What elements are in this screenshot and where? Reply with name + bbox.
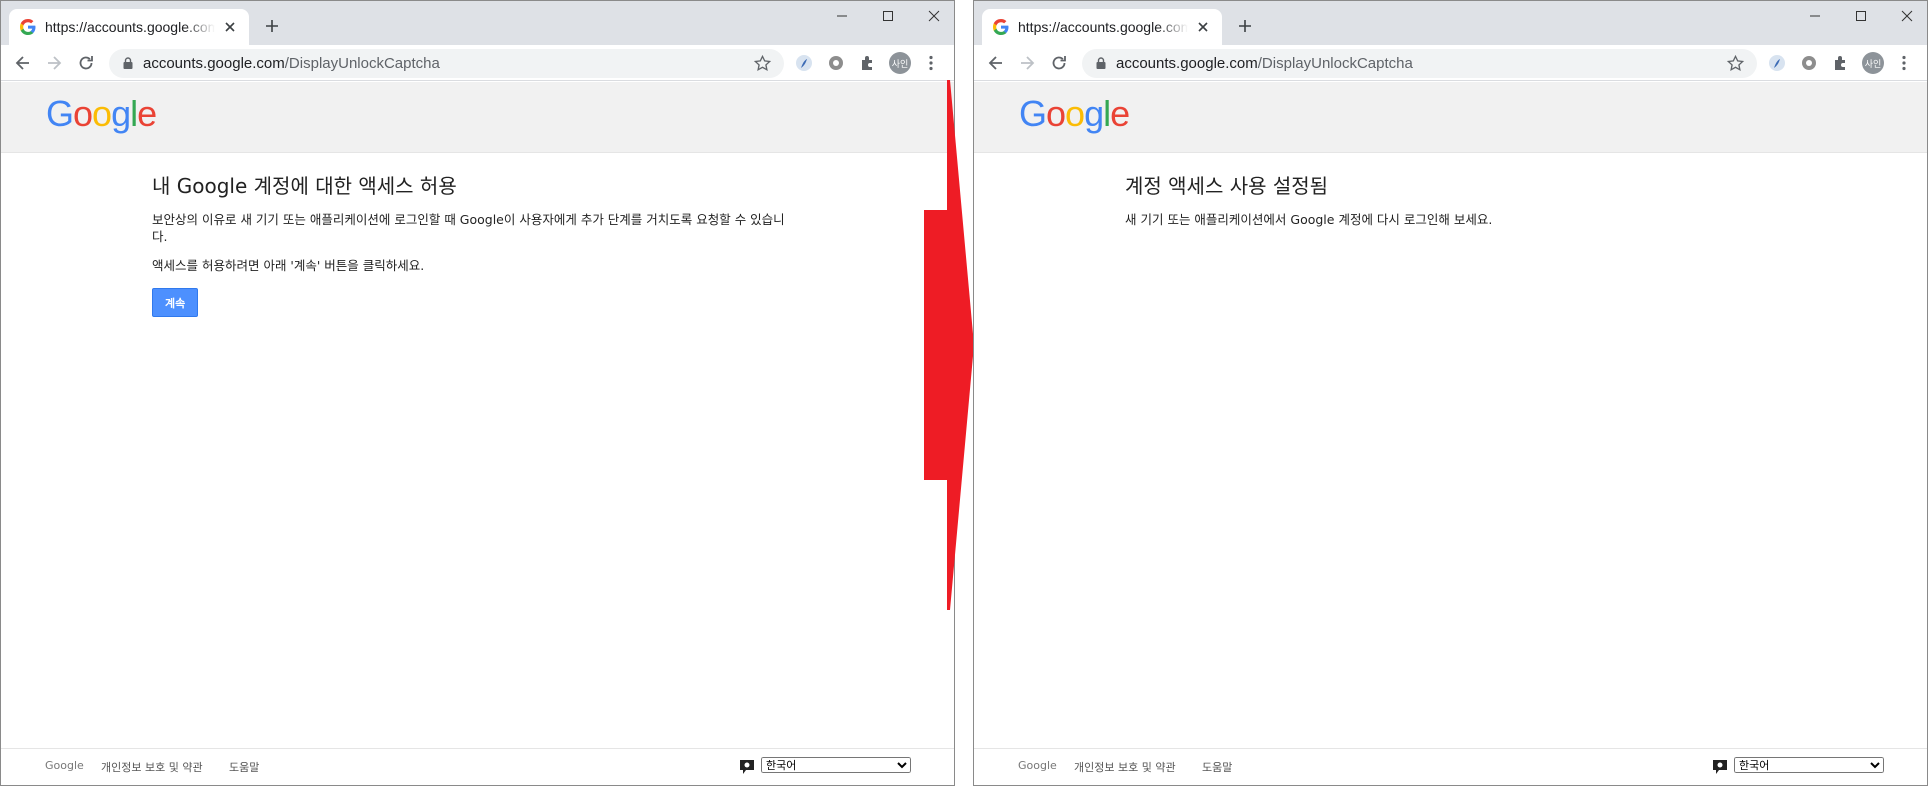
extension-feather-icon[interactable]	[794, 53, 814, 73]
url-text: accounts.google.com/DisplayUnlockCaptcha	[1116, 55, 1413, 72]
tab-title: https://accounts.google.com/DisplayUnloc…	[45, 19, 215, 35]
url-domain: accounts.google.com	[1116, 55, 1258, 72]
back-arrow-icon[interactable]	[13, 53, 33, 73]
lock-icon[interactable]	[1094, 56, 1108, 70]
url-domain: accounts.google.com	[143, 55, 285, 72]
forward-arrow-icon[interactable]	[44, 53, 64, 73]
reload-icon[interactable]	[76, 53, 96, 73]
extension-feather-icon[interactable]	[1767, 53, 1787, 73]
footer-google-link[interactable]: Google	[1018, 759, 1057, 772]
address-bar[interactable]: accounts.google.com/DisplayUnlockCaptcha	[1082, 49, 1757, 78]
minimize-icon[interactable]	[1807, 8, 1823, 24]
extensions-puzzle-icon[interactable]	[1831, 53, 1851, 73]
close-tab-icon[interactable]	[1194, 18, 1212, 36]
instruction-paragraph: 액세스를 허용하려면 아래 '계속' 버튼을 클릭하세요.	[152, 258, 425, 273]
google-logo[interactable]: Google	[46, 93, 157, 135]
address-bar[interactable]: accounts.google.com/DisplayUnlockCaptcha	[109, 49, 784, 78]
kebab-menu-icon[interactable]	[921, 53, 941, 73]
footer-privacy-link[interactable]: 개인정보 보호 및 약관	[101, 759, 203, 775]
continue-button[interactable]: 계속	[152, 288, 199, 317]
minimize-icon[interactable]	[834, 8, 850, 24]
extensions-puzzle-icon[interactable]	[858, 53, 878, 73]
browser-tab[interactable]: https://accounts.google.com/DisplayUnloc…	[9, 9, 249, 45]
footer-google-link[interactable]: Google	[45, 759, 84, 772]
url-text: accounts.google.com/DisplayUnlockCaptcha	[143, 55, 440, 72]
page-footer: Google 개인정보 보호 및 약관 도움말 한국어	[1, 748, 954, 785]
bookmark-star-icon[interactable]	[753, 54, 772, 73]
red-right-arrow	[924, 80, 974, 610]
close-window-icon[interactable]	[1899, 8, 1915, 24]
browser-toolbar: accounts.google.com/DisplayUnlockCaptcha…	[1, 45, 954, 81]
google-header: Google	[1, 82, 954, 153]
profile-avatar[interactable]: 사인	[889, 52, 911, 74]
browser-window-before: https://accounts.google.com/DisplayUnloc…	[0, 0, 955, 786]
back-arrow-icon[interactable]	[986, 53, 1006, 73]
main-content: 내 Google 계정에 대한 액세스 허용 보안상의 이유로 새 기기 또는 …	[152, 173, 792, 317]
description-paragraph: 보안상의 이유로 새 기기 또는 애플리케이션에 로그인할 때 Google이 …	[152, 212, 785, 244]
google-favicon-icon	[20, 19, 36, 35]
google-header: Google	[974, 82, 1927, 153]
close-window-icon[interactable]	[926, 8, 942, 24]
extension-gear-icon[interactable]	[1799, 53, 1819, 73]
browser-window-after: https://accounts.google.com/DisplayUnloc…	[973, 0, 1928, 786]
description-paragraph: 새 기기 또는 애플리케이션에서 Google 계정에 다시 로그인해 보세요.	[1125, 212, 1493, 227]
language-icon	[740, 760, 754, 774]
page-title: 계정 액세스 사용 설정됨	[1125, 174, 1329, 198]
tab-title: https://accounts.google.com/DisplayUnloc…	[1018, 19, 1188, 35]
bookmark-star-icon[interactable]	[1726, 54, 1745, 73]
profile-avatar[interactable]: 사인	[1862, 52, 1884, 74]
footer-help-link[interactable]: 도움말	[1202, 759, 1232, 775]
language-select[interactable]: 한국어	[1734, 757, 1884, 773]
footer-privacy-link[interactable]: 개인정보 보호 및 약관	[1074, 759, 1176, 775]
reload-icon[interactable]	[1049, 53, 1069, 73]
page-footer: Google 개인정보 보호 및 약관 도움말 한국어	[974, 748, 1927, 785]
main-content: 계정 액세스 사용 설정됨 새 기기 또는 애플리케이션에서 Google 계정…	[1125, 173, 1765, 228]
tab-strip: https://accounts.google.com/DisplayUnloc…	[974, 1, 1927, 45]
close-tab-icon[interactable]	[221, 18, 239, 36]
footer-help-link[interactable]: 도움말	[229, 759, 259, 775]
url-path: /DisplayUnlockCaptcha	[284, 55, 440, 72]
extension-gear-icon[interactable]	[826, 53, 846, 73]
url-path: /DisplayUnlockCaptcha	[1257, 55, 1413, 72]
maximize-icon[interactable]	[880, 8, 896, 24]
browser-tab[interactable]: https://accounts.google.com/DisplayUnloc…	[982, 9, 1222, 45]
page-content: Google 계정 액세스 사용 설정됨 새 기기 또는 애플리케이션에서 Go…	[974, 82, 1927, 785]
page-content: Google 내 Google 계정에 대한 액세스 허용 보안상의 이유로 새…	[1, 82, 954, 785]
language-icon	[1713, 760, 1727, 774]
kebab-menu-icon[interactable]	[1894, 53, 1914, 73]
lock-icon[interactable]	[121, 56, 135, 70]
new-tab-plus-icon[interactable]	[1236, 17, 1254, 35]
new-tab-plus-icon[interactable]	[263, 17, 281, 35]
page-title: 내 Google 계정에 대한 액세스 허용	[152, 174, 457, 198]
language-select[interactable]: 한국어	[761, 757, 911, 773]
browser-toolbar: accounts.google.com/DisplayUnlockCaptcha…	[974, 45, 1927, 81]
maximize-icon[interactable]	[1853, 8, 1869, 24]
forward-arrow-icon[interactable]	[1017, 53, 1037, 73]
google-logo[interactable]: Google	[1019, 93, 1130, 135]
google-favicon-icon	[993, 19, 1009, 35]
tab-strip: https://accounts.google.com/DisplayUnloc…	[1, 1, 954, 45]
